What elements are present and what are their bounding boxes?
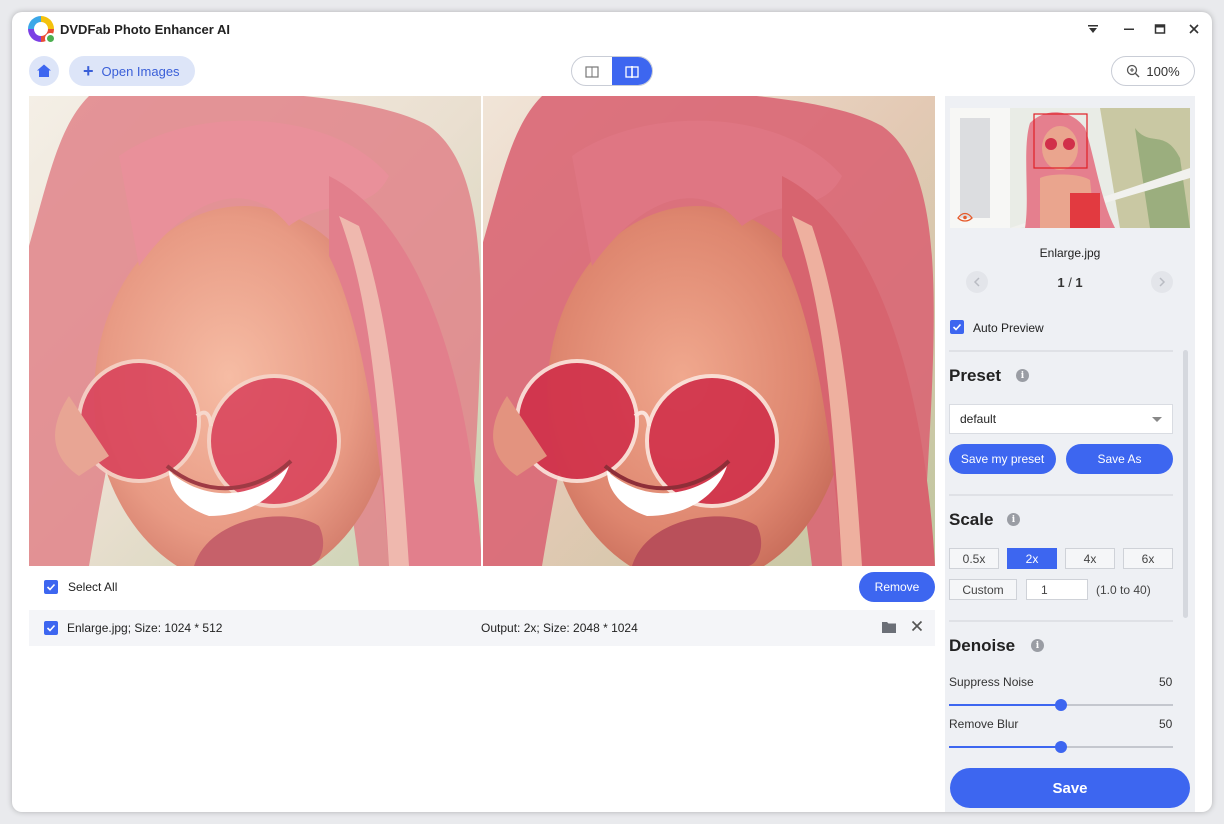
preset-selected-value: default: [960, 412, 997, 426]
zoom-button[interactable]: 100%: [1111, 56, 1195, 86]
chevron-right-icon: [1159, 277, 1166, 287]
scale-custom-button[interactable]: Custom: [949, 579, 1017, 600]
remove-blur-slider[interactable]: [949, 741, 1173, 753]
save-button[interactable]: Save: [950, 768, 1190, 808]
settings-panel: Enlarge.jpg 1 / 1 Auto Preview Preset i …: [945, 96, 1195, 812]
select-all-checkbox[interactable]: [44, 580, 58, 594]
slider-handle[interactable]: [1055, 741, 1067, 753]
app-logo-icon: [28, 16, 56, 44]
file-name-size: Enlarge.jpg; Size: 1024 * 512: [67, 621, 223, 635]
scale-option-2x[interactable]: 2x: [1007, 548, 1057, 569]
select-all-row: Select All Remove: [29, 570, 935, 606]
thumbnail-preview[interactable]: [950, 108, 1190, 228]
open-images-button[interactable]: + Open Images: [69, 56, 195, 86]
remove-button[interactable]: Remove: [859, 572, 935, 602]
select-all-label: Select All: [68, 580, 118, 594]
remove-file-icon[interactable]: [911, 619, 923, 637]
chevron-down-icon: [1152, 417, 1162, 422]
split-view-button[interactable]: [612, 57, 652, 85]
next-image-button[interactable]: [1151, 271, 1173, 293]
slider-handle[interactable]: [1055, 699, 1067, 711]
preset-dropdown[interactable]: default: [949, 404, 1173, 434]
section-divider: [949, 494, 1173, 496]
file-list-row[interactable]: Enlarge.jpg; Size: 1024 * 512 Output: 2x…: [29, 610, 935, 646]
scale-option-6x[interactable]: 6x: [1123, 548, 1173, 569]
view-mode-toggle: [571, 56, 653, 86]
page-current: 1: [1057, 275, 1065, 290]
file-output-info: Output: 2x; Size: 2048 * 1024: [481, 621, 638, 635]
single-view-icon: [585, 66, 599, 78]
image-preview-area[interactable]: [29, 96, 935, 566]
suppress-noise-slider[interactable]: [949, 699, 1173, 711]
plus-icon: +: [83, 61, 94, 81]
save-my-preset-button[interactable]: Save my preset: [949, 444, 1056, 474]
dropdown-menu-icon[interactable]: [1081, 18, 1105, 40]
home-button[interactable]: [29, 56, 59, 86]
checkmark-icon: [46, 624, 56, 632]
section-divider: [949, 350, 1173, 352]
auto-preview-label: Auto Preview: [973, 321, 1044, 335]
enhanced-image-pane: [482, 96, 935, 566]
scale-range-note: (1.0 to 40): [1096, 583, 1151, 597]
scale-option-4x[interactable]: 4x: [1065, 548, 1115, 569]
auto-preview-checkbox[interactable]: [950, 320, 964, 334]
enhanced-photo: [482, 96, 935, 566]
app-title: DVDFab Photo Enhancer AI: [60, 22, 230, 37]
slider-fill: [949, 746, 1061, 748]
split-divider[interactable]: [481, 96, 483, 566]
page-total: 1: [1075, 275, 1083, 290]
slider-fill: [949, 704, 1061, 706]
remove-blur-label: Remove Blur: [949, 717, 1019, 731]
preset-info-icon[interactable]: i: [1016, 369, 1029, 382]
denoise-info-icon[interactable]: i: [1031, 639, 1044, 652]
denoise-title: Denoise: [949, 636, 1016, 655]
checkmark-icon: [46, 583, 56, 591]
single-view-button[interactable]: [572, 57, 612, 85]
remove-blur-value: 50: [1159, 717, 1173, 731]
close-window-icon[interactable]: [1182, 18, 1206, 40]
preset-title: Preset: [949, 366, 1001, 385]
checkmark-icon: [952, 323, 962, 331]
page-separator: /: [1064, 275, 1076, 290]
scale-info-icon[interactable]: i: [1007, 513, 1020, 526]
panel-scrollbar[interactable]: [1183, 350, 1188, 618]
original-photo: [29, 96, 482, 566]
suppress-noise-value: 50: [1159, 675, 1173, 689]
split-view-icon: [625, 66, 639, 78]
zoom-level: 100%: [1146, 63, 1180, 79]
file-checkbox[interactable]: [44, 621, 58, 635]
suppress-noise-label: Suppress Noise: [949, 675, 1034, 689]
open-images-label: Open Images: [101, 63, 180, 79]
thumbnail-photo: [950, 108, 1190, 228]
zoom-in-icon: [1127, 64, 1140, 78]
maximize-icon[interactable]: [1148, 18, 1172, 40]
thumbnail-filename: Enlarge.jpg: [1039, 246, 1101, 260]
folder-icon[interactable]: [882, 621, 896, 633]
minimize-icon[interactable]: [1117, 18, 1141, 40]
title-bar: DVDFab Photo Enhancer AI: [12, 12, 1212, 46]
app-window: DVDFab Photo Enhancer AI + Open Images 1…: [12, 12, 1212, 812]
scale-title: Scale: [949, 510, 994, 529]
scale-option-0-5x[interactable]: 0.5x: [949, 548, 999, 569]
toolbar: + Open Images 100%: [12, 46, 1212, 96]
scale-custom-input[interactable]: 1: [1026, 579, 1088, 600]
save-as-button[interactable]: Save As: [1066, 444, 1173, 474]
section-divider: [949, 620, 1173, 622]
home-icon: [37, 64, 51, 77]
original-image-pane: [29, 96, 482, 566]
